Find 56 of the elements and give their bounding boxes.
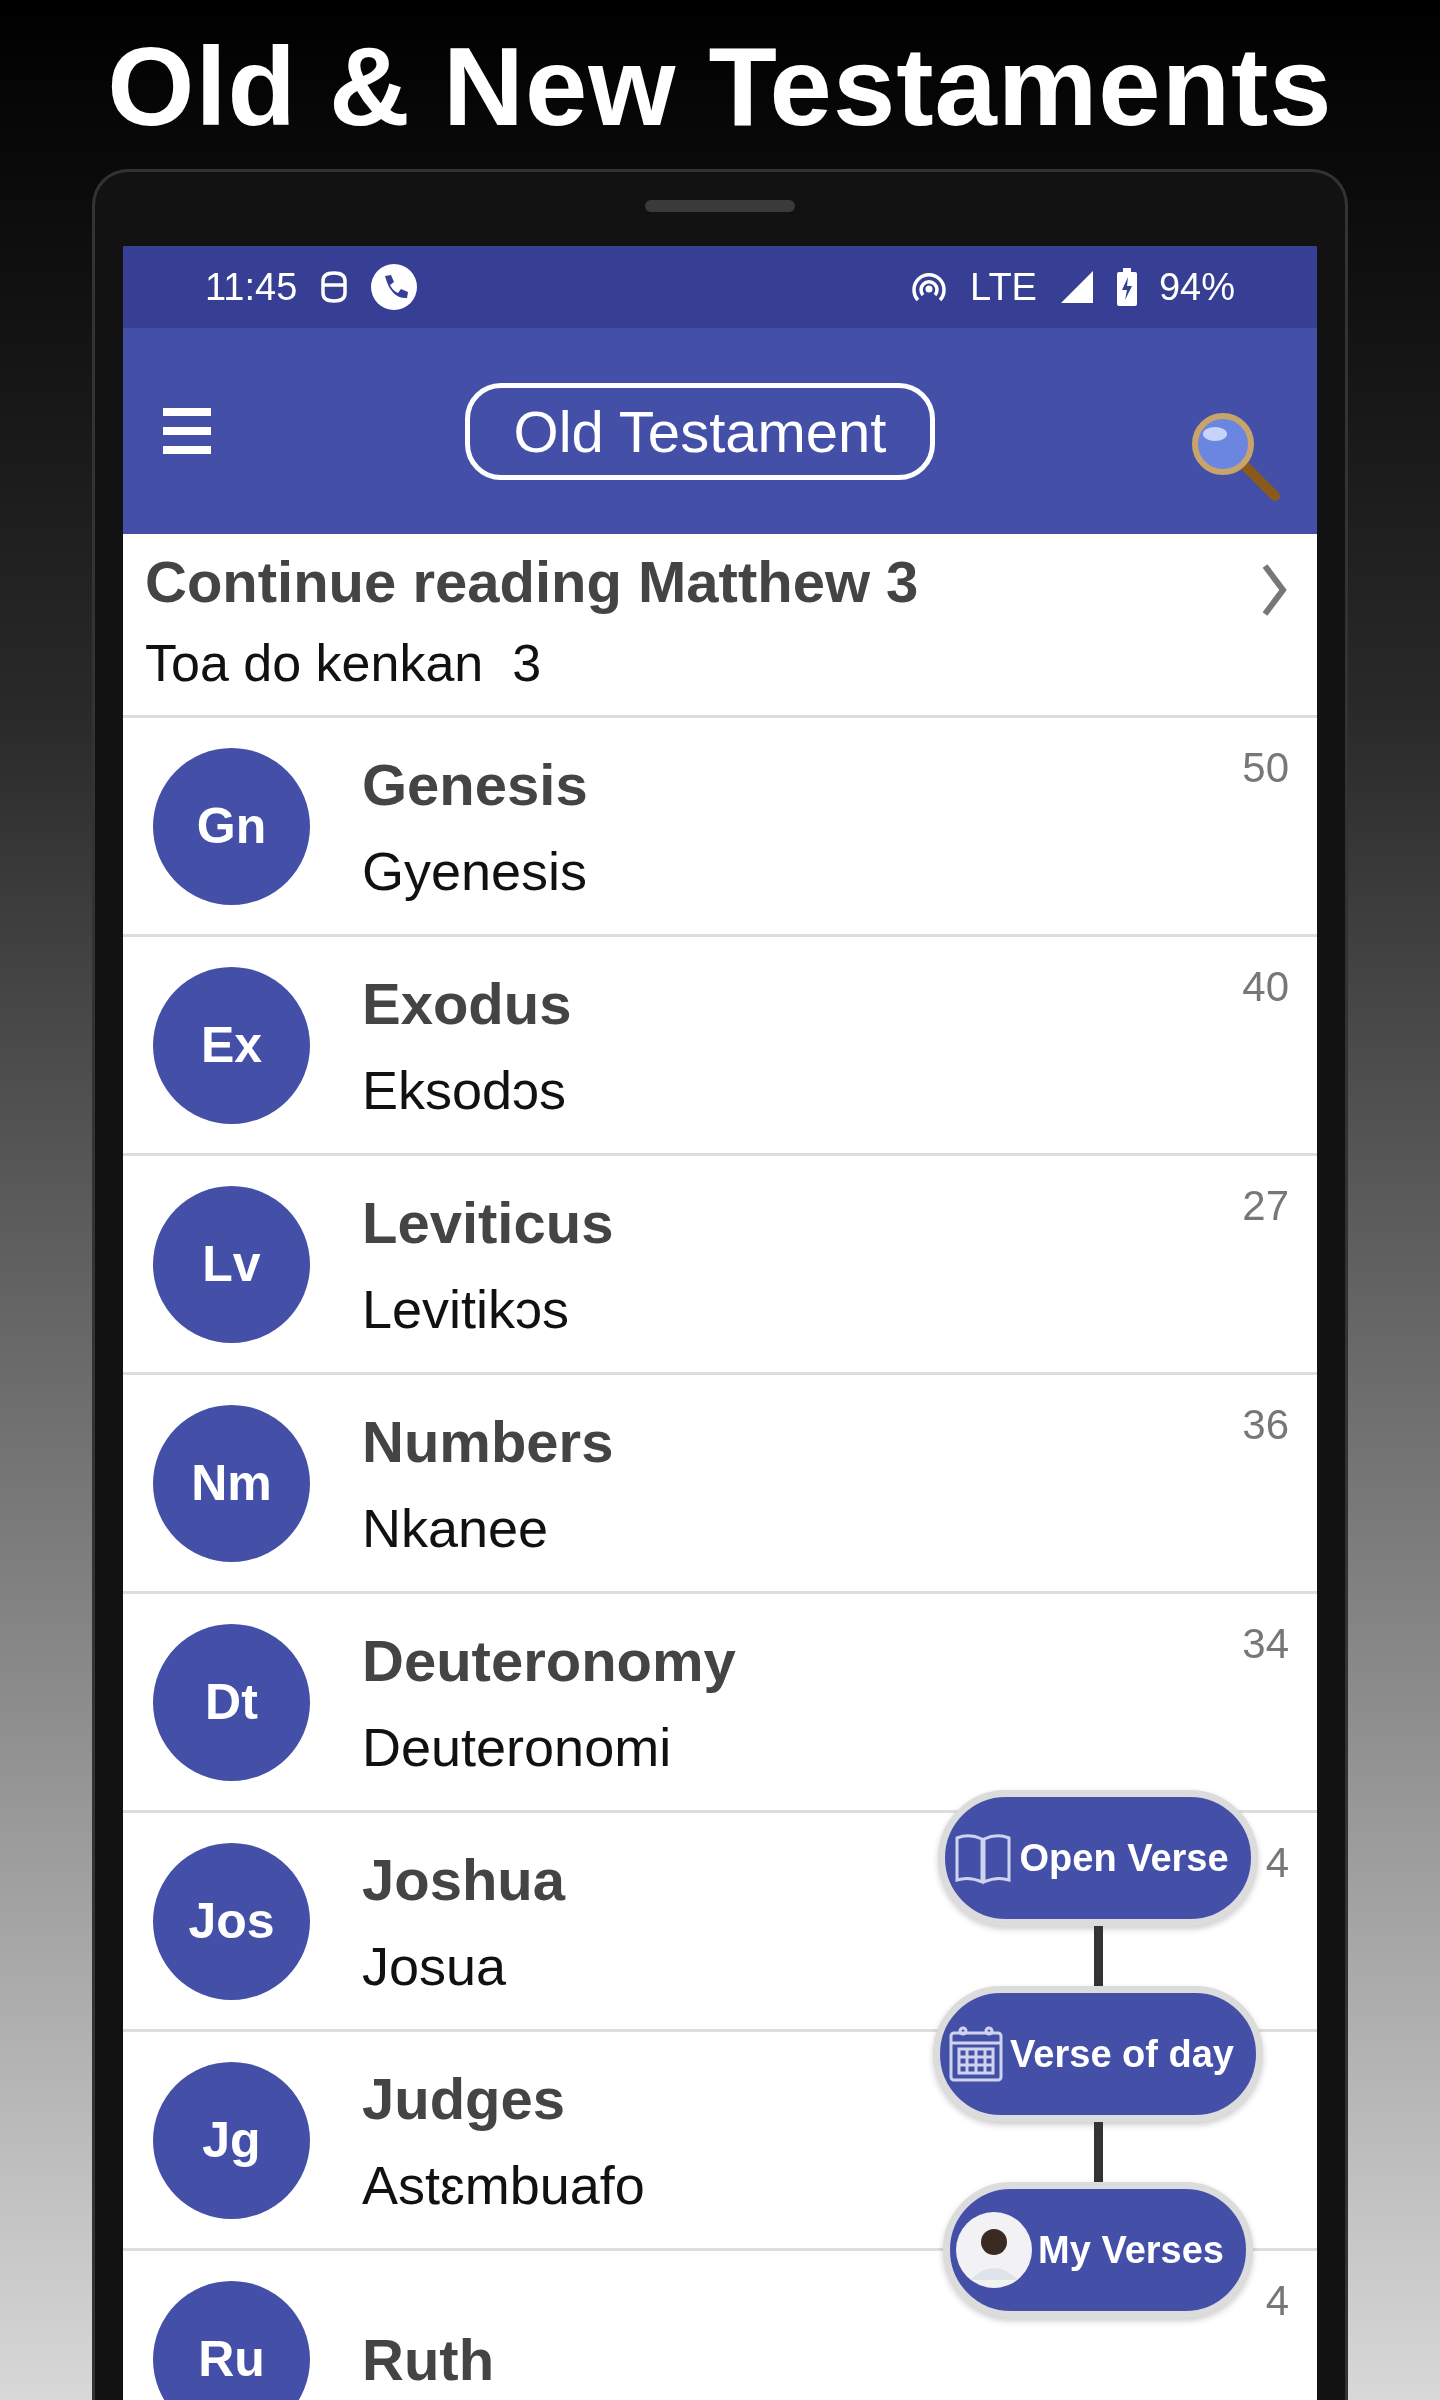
- book-row[interactable]: Gn Genesis Gyenesis 50: [123, 718, 1317, 937]
- book-local-name: Levitikɔs: [362, 1277, 570, 1340]
- floating-action-button[interactable]: Verse of day: [933, 1986, 1263, 2122]
- book-local-name: Josua: [362, 1934, 507, 1997]
- book-name: Joshua: [362, 1845, 566, 1913]
- book-name: Judges: [362, 2064, 566, 2132]
- chapter-count: 50: [1242, 744, 1289, 792]
- status-time: 11:45: [205, 265, 298, 309]
- book-abbreviation: Jos: [153, 1842, 310, 2000]
- menu-button[interactable]: [163, 408, 211, 454]
- book-name: Ruth: [362, 2325, 495, 2393]
- book-local-name: Astɛmbuafo: [362, 2153, 645, 2216]
- search-icon: [1189, 410, 1281, 502]
- continue-reading-card[interactable]: Continue reading Matthew 3 Toa do kenkan 3: [123, 534, 1317, 718]
- book-abbreviation: Gn: [153, 747, 310, 905]
- book-abbreviation: Ex: [153, 966, 310, 1124]
- book-local-name: Eksodɔs: [362, 1058, 567, 1121]
- book-name: Leviticus: [362, 1188, 614, 1256]
- floating-action-button[interactable]: My Verses: [943, 2182, 1253, 2318]
- book-row[interactable]: Ex Exodus Eksodɔs 40: [123, 937, 1317, 1156]
- book-abbreviation: Dt: [153, 1623, 310, 1781]
- calendar-icon: [948, 2025, 1005, 2083]
- book-abbreviation: Ru: [153, 2280, 310, 2400]
- testament-selector[interactable]: Old Testament: [464, 382, 936, 480]
- menu-icon: [163, 408, 211, 454]
- avatar-icon: [956, 2212, 1033, 2288]
- chapter-count: 36: [1242, 1401, 1289, 1449]
- book-row[interactable]: Lv Leviticus Levitikɔs 27: [123, 1156, 1317, 1375]
- book-local-name: Deuteronomi: [362, 1715, 672, 1778]
- network-type: LTE: [970, 265, 1037, 309]
- book-row[interactable]: Nm Numbers Nkanee 36: [123, 1375, 1317, 1594]
- book-name: Deuteronomy: [362, 1626, 736, 1694]
- book-name: Genesis: [362, 750, 588, 818]
- battery-level: 94%: [1158, 265, 1235, 309]
- continue-subtitle: Toa do kenkan 3: [145, 633, 543, 693]
- book-name: Exodus: [362, 969, 572, 1037]
- chapter-count: 40: [1242, 963, 1289, 1011]
- chapter-count: 34: [1242, 1620, 1289, 1668]
- headline: Old & New Testaments: [107, 23, 1333, 151]
- chapter-count: 27: [1242, 1182, 1289, 1230]
- robot-icon: [319, 269, 350, 305]
- battery-icon: [1116, 268, 1137, 306]
- continue-title: Continue reading Matthew 3: [145, 548, 920, 615]
- phone-icon: [371, 264, 418, 310]
- book-abbreviation: Jg: [153, 2061, 310, 2219]
- search-button[interactable]: [1189, 410, 1281, 502]
- book-local-name: Gyenesis: [362, 839, 588, 902]
- book-name: Numbers: [362, 1407, 614, 1475]
- hotspot-icon: [910, 270, 949, 304]
- floating-action-button[interactable]: Open Verse: [938, 1790, 1258, 1926]
- chevron-right-icon: [1261, 562, 1287, 618]
- book-local-name: Nkanee: [362, 1496, 549, 1559]
- book-abbreviation: Lv: [153, 1185, 310, 1343]
- book-abbreviation: Nm: [153, 1404, 310, 1562]
- chapter-count: 4: [1265, 1839, 1289, 1887]
- chapter-count: 4: [1265, 2277, 1289, 2325]
